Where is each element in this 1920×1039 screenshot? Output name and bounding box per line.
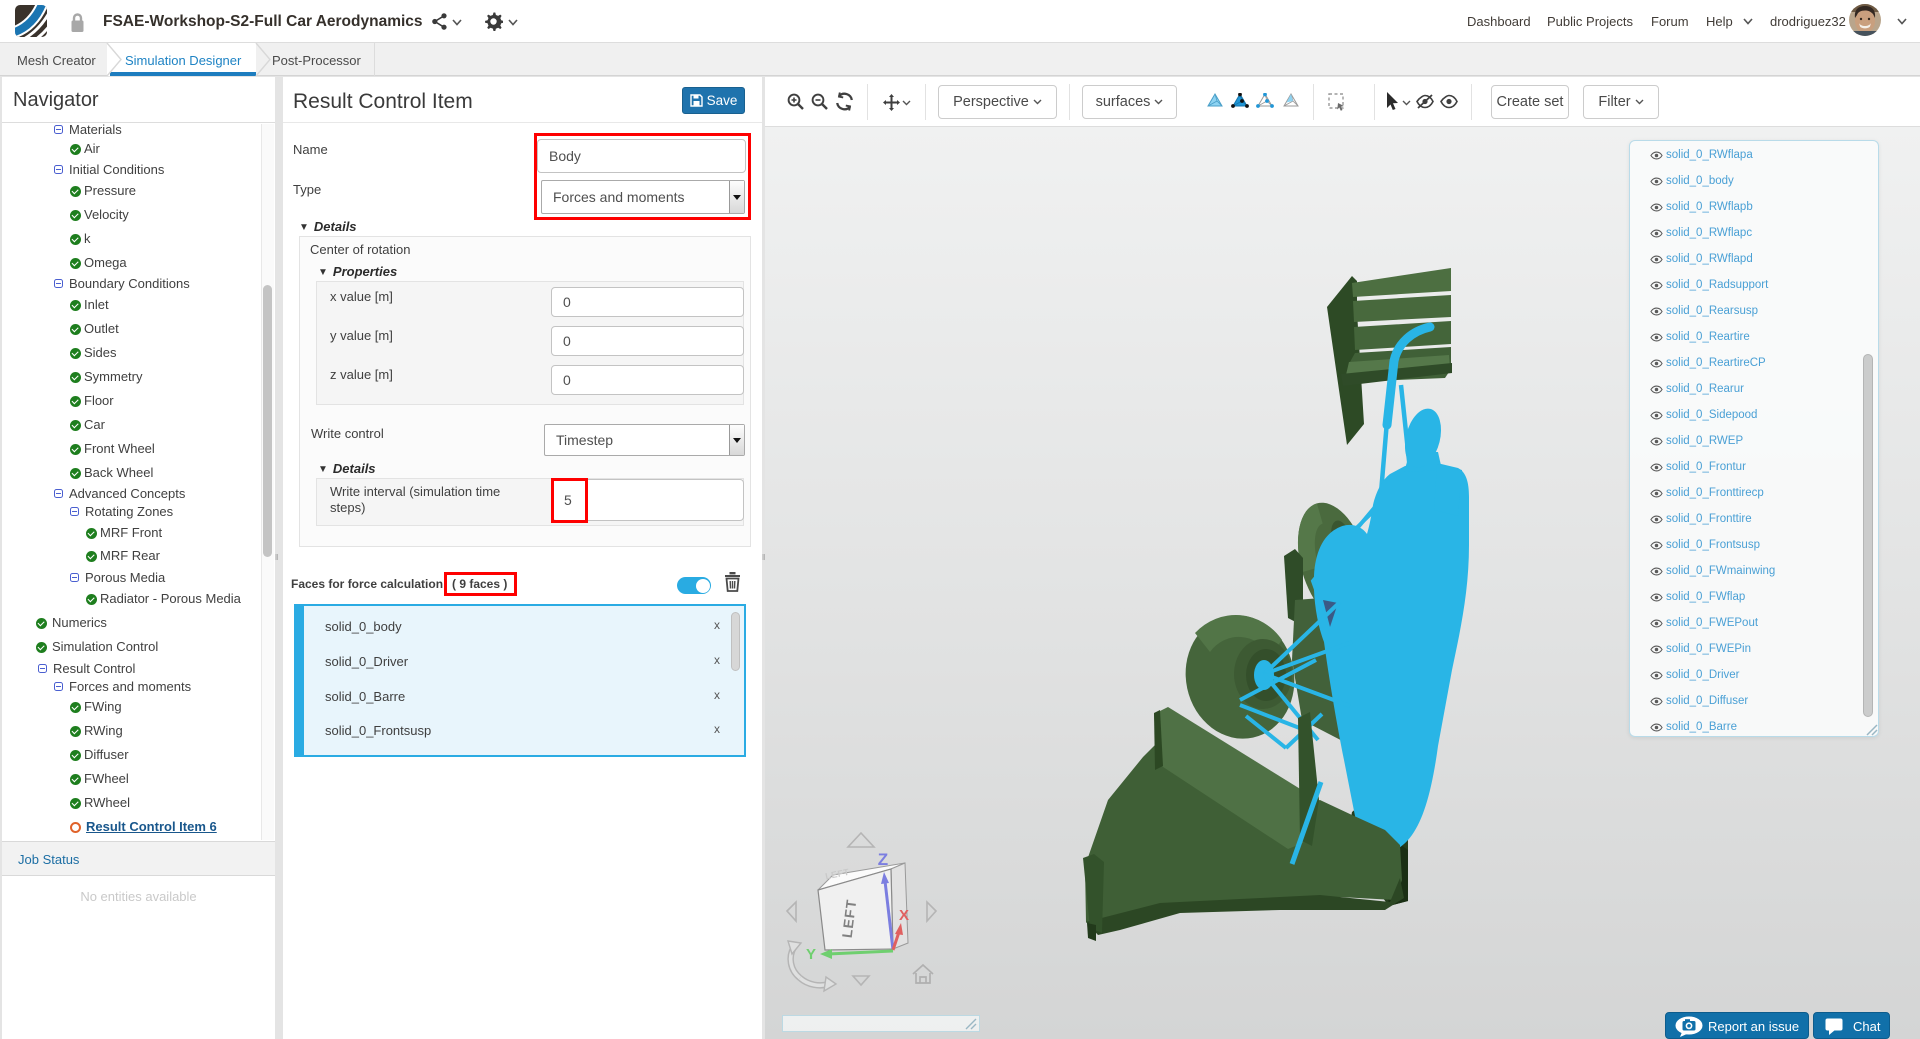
svg-text:Z: Z — [878, 850, 888, 869]
svg-text:Y: Y — [806, 946, 816, 963]
svg-text:X: X — [899, 907, 909, 924]
